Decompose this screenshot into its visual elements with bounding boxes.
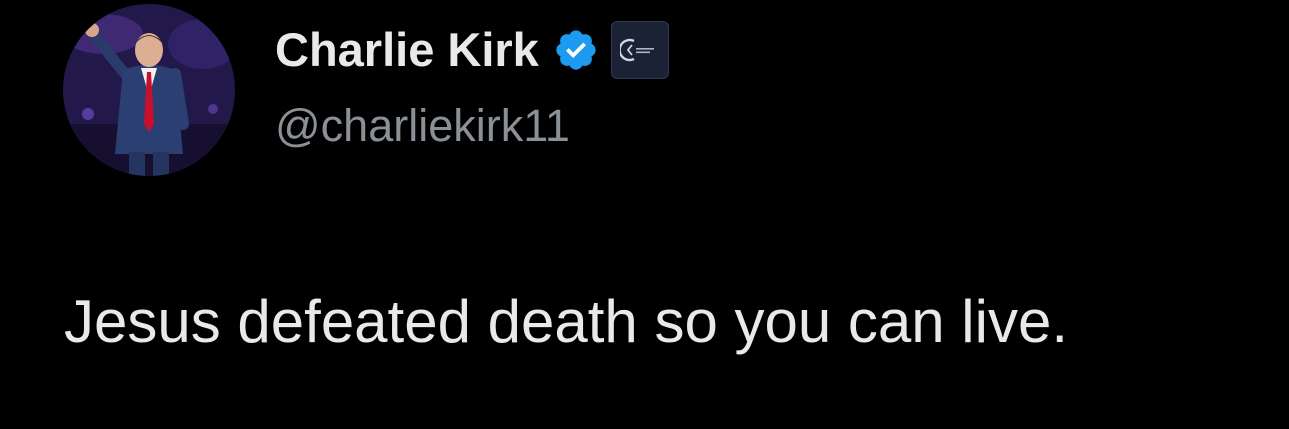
- tweet-text: Jesus defeated death so you can live.: [64, 288, 1069, 355]
- tweet-card: Charlie Kirk @charliekirk11 Jesus defeat…: [0, 0, 1289, 429]
- avatar[interactable]: [63, 4, 235, 176]
- author-display-name[interactable]: Charlie Kirk: [275, 20, 539, 80]
- organization-logo-icon: [619, 38, 654, 62]
- verified-badge-icon[interactable]: [553, 27, 599, 73]
- author-handle[interactable]: @charliekirk11: [275, 98, 570, 154]
- affiliate-badge-icon[interactable]: [610, 21, 669, 79]
- tweet-header: Charlie Kirk: [275, 20, 669, 80]
- avatar-photo-icon: [63, 4, 235, 176]
